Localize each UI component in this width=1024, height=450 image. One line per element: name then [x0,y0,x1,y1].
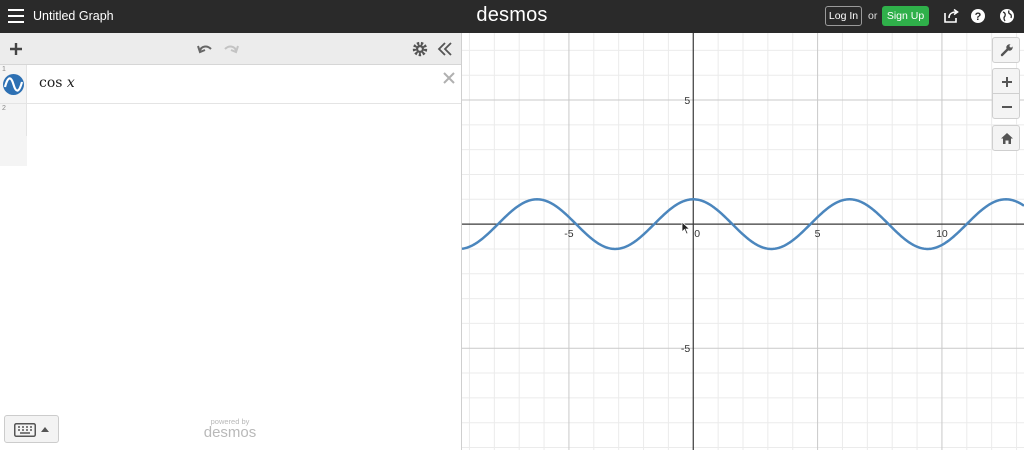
powered-by-brand: desmos [203,424,257,441]
wrench-icon [1000,44,1013,57]
plus-icon [1002,77,1012,87]
redo-icon[interactable] [221,39,241,59]
y-tick-label: 5 [684,95,690,107]
signup-button[interactable]: Sign Up [882,6,929,26]
mouse-cursor-icon [681,221,691,235]
graph-canvas[interactable]: -5 0 5 10 5 -5 [462,33,1024,450]
minus-icon [1002,106,1012,108]
expression-gutter: 2 [0,104,27,136]
undo-icon[interactable] [195,39,215,59]
expression-input[interactable]: cos x [39,75,75,91]
zoom-out-button[interactable] [992,93,1020,119]
x-tick-label: 0 [694,228,700,240]
expression-index: 1 [2,66,6,73]
expression-toolbar [0,33,461,65]
expression-index: 2 [2,105,6,112]
menu-icon[interactable] [8,9,24,23]
graph-settings-button[interactable] [992,37,1020,63]
login-button[interactable]: Log In [825,6,862,26]
globe-icon[interactable] [999,8,1015,24]
delete-expression-icon[interactable] [441,70,457,86]
y-tick-label: -5 [681,343,690,355]
expression-variable: x [66,75,75,91]
powered-by-logo[interactable]: powered by desmos [195,417,265,440]
graph-paper[interactable]: -5 0 5 10 5 -5 [462,33,1024,450]
x-tick-label: 5 [815,228,821,240]
caret-up-icon [41,427,49,432]
keyboard-icon [14,423,36,437]
default-viewport-button[interactable] [992,125,1020,151]
add-expression-icon[interactable] [6,39,26,59]
expression-row[interactable]: 1 cos x [0,65,461,104]
help-icon[interactable]: ? [970,8,986,24]
or-text: or [868,10,878,22]
svg-text:?: ? [975,11,982,23]
x-tick-label: 10 [936,228,948,240]
share-icon[interactable] [943,8,959,24]
settings-gear-icon[interactable] [410,39,430,59]
zoom-in-button[interactable] [992,68,1020,94]
home-icon [1001,133,1013,144]
expression-gutter: 1 [0,65,27,103]
keypad-toggle-button[interactable] [4,415,59,443]
top-bar: Untitled Graph desmos Log In or Sign Up … [0,0,1024,33]
curve-color-icon[interactable] [2,73,25,96]
expression-row-empty[interactable]: 2 [0,104,461,136]
expression-function: cos [39,75,63,91]
expression-panel: 1 cos x 2 powered by desmos [0,33,462,450]
collapse-panel-icon[interactable] [435,39,455,59]
gutter-fade [0,136,27,166]
x-tick-label: -5 [564,228,573,240]
graph-title[interactable]: Untitled Graph [33,9,114,23]
